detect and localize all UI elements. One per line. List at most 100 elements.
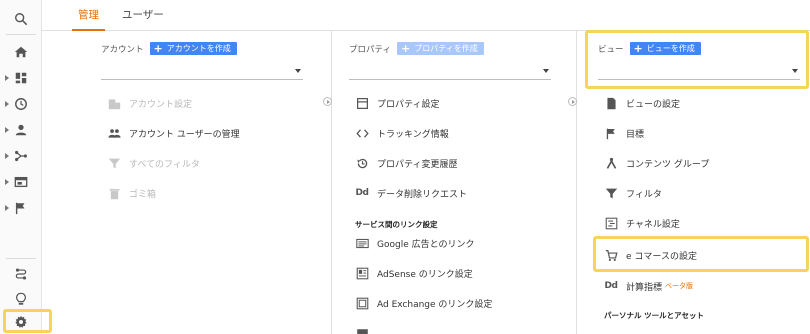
create-view-label: ビューを作成 bbox=[646, 44, 695, 53]
menu-item-label: フィルタ bbox=[626, 189, 662, 200]
flag-icon bbox=[604, 126, 618, 140]
create-account-button[interactable]: + アカウントを作成 bbox=[149, 42, 237, 55]
google-ads-link-item[interactable]: Google 広告とのリンク bbox=[355, 233, 475, 253]
search-icon[interactable] bbox=[0, 7, 42, 31]
account-label: アカウント bbox=[101, 44, 144, 55]
settings-box-icon bbox=[355, 96, 369, 110]
plus-icon: + bbox=[153, 42, 163, 55]
tab-users[interactable]: ユーザー bbox=[120, 0, 170, 31]
menu-item-label: 目標 bbox=[626, 129, 645, 140]
property-label: プロパティ bbox=[349, 44, 391, 55]
account-user-management-item[interactable]: アカウント ユーザーの管理 bbox=[107, 123, 240, 143]
plus-icon: + bbox=[633, 42, 643, 55]
cart-icon bbox=[604, 248, 618, 262]
view-label: ビュー bbox=[598, 44, 624, 55]
left-nav-rail bbox=[0, 0, 42, 334]
view-create-highlight bbox=[585, 30, 809, 89]
property-change-history-item[interactable]: プロパティ変更履歴 bbox=[355, 153, 457, 173]
filter-icon bbox=[107, 156, 121, 170]
dashboard-icon[interactable] bbox=[0, 66, 42, 90]
menu-item-label: アカウント ユーザーの管理 bbox=[129, 129, 240, 140]
calculated-metrics-item[interactable]: Dd 計算指標 ベータ版 bbox=[604, 276, 693, 296]
menu-item-label: ゴミ箱 bbox=[129, 189, 157, 200]
menu-item-label: プロパティ変更履歴 bbox=[377, 159, 458, 170]
goals-item[interactable]: 目標 bbox=[604, 123, 644, 143]
ads-icon bbox=[355, 236, 369, 250]
trash-item[interactable]: ゴミ箱 bbox=[107, 183, 156, 203]
content-grouping-item[interactable]: コンテンツ グループ bbox=[604, 153, 709, 173]
product-linking-section-title: サービス間のリンク設定 bbox=[355, 220, 438, 229]
code-icon bbox=[355, 126, 369, 140]
menu-item-label: Ad Exchange のリンク設定 bbox=[377, 299, 493, 310]
column-divider bbox=[576, 31, 577, 334]
all-filters-item[interactable]: すべてのフィルタ bbox=[107, 153, 200, 173]
property-selector[interactable] bbox=[349, 62, 551, 80]
channel-icon bbox=[604, 216, 618, 230]
menu-item-label: コンテンツ グループ bbox=[626, 159, 710, 170]
data-deletion-request-item[interactable]: Dd データ削除リクエスト bbox=[355, 183, 467, 203]
create-property-label: プロパティを作成 bbox=[414, 44, 478, 53]
home-icon[interactable] bbox=[0, 40, 42, 64]
property-header: プロパティ + プロパティを作成 bbox=[349, 42, 484, 55]
view-settings-item[interactable]: ビューの設定 bbox=[604, 93, 680, 113]
menu-item-label: トラッキング情報 bbox=[377, 129, 449, 140]
trash-icon bbox=[107, 186, 121, 200]
personal-tools-section-title: パーソナル ツールとアセット bbox=[604, 311, 704, 320]
menu-item-label: AdSense のリンク設定 bbox=[377, 269, 473, 280]
view-header: ビュー + ビューを作成 bbox=[598, 42, 701, 55]
account-header: アカウント + アカウントを作成 bbox=[101, 42, 237, 55]
dd-icon: Dd bbox=[355, 188, 369, 198]
menu-item-label: 計算指標 bbox=[626, 282, 663, 293]
dropdown-arrow-icon bbox=[543, 69, 549, 73]
tracking-info-item[interactable]: トラッキング情報 bbox=[355, 123, 449, 143]
beta-badge: ベータ版 bbox=[665, 282, 694, 290]
admin-gear-icon[interactable] bbox=[0, 310, 42, 334]
account-selector[interactable] bbox=[101, 62, 303, 80]
ad-exchange-link-item[interactable]: Ad Exchange のリンク設定 bbox=[355, 293, 492, 313]
content-group-icon bbox=[604, 156, 618, 170]
history-icon bbox=[355, 156, 369, 170]
dropdown-arrow-icon bbox=[295, 69, 301, 73]
tab-admin[interactable]: 管理 bbox=[72, 0, 105, 31]
adexchange-icon bbox=[355, 296, 369, 310]
ecommerce-settings-item[interactable]: e コマースの設定 bbox=[604, 245, 697, 265]
dropdown-arrow-icon bbox=[792, 69, 798, 73]
document-icon bbox=[604, 96, 618, 110]
create-account-label: アカウントを作成 bbox=[166, 44, 231, 53]
view-filters-item[interactable]: フィルタ bbox=[604, 183, 662, 203]
behavior-icon[interactable] bbox=[0, 170, 42, 194]
flag-icon[interactable] bbox=[0, 196, 42, 220]
menu-item-label: チャネル設定 bbox=[626, 219, 680, 230]
column-connector-icon bbox=[568, 97, 577, 106]
lightbulb-icon[interactable] bbox=[0, 287, 42, 311]
menu-item-label: プロパティ設定 bbox=[377, 99, 440, 110]
menu-item-label: データ削除リクエスト bbox=[377, 189, 468, 200]
admin-tabs: 管理 ユーザー bbox=[42, 0, 810, 31]
dd-icon: Dd bbox=[604, 281, 618, 291]
partial-link-item[interactable] bbox=[355, 322, 377, 334]
channel-settings-item[interactable]: チャネル設定 bbox=[604, 213, 680, 233]
acquisition-icon[interactable] bbox=[0, 144, 42, 168]
plus-icon: + bbox=[401, 42, 411, 55]
create-property-button[interactable]: + プロパティを作成 bbox=[397, 42, 484, 55]
filter-icon bbox=[604, 186, 618, 200]
people-icon bbox=[107, 126, 121, 140]
menu-item-label: ビューの設定 bbox=[626, 99, 681, 110]
person-icon[interactable] bbox=[0, 118, 42, 142]
adsense-icon bbox=[355, 266, 369, 280]
property-settings-item[interactable]: プロパティ設定 bbox=[355, 93, 439, 113]
adsense-link-item[interactable]: AdSense のリンク設定 bbox=[355, 263, 473, 283]
menu-item-label: アカウント設定 bbox=[129, 99, 193, 110]
menu-item-label: Google 広告とのリンク bbox=[377, 239, 475, 250]
building-icon bbox=[107, 96, 121, 110]
view-selector[interactable] bbox=[598, 62, 800, 80]
account-settings-item[interactable]: アカウント設定 bbox=[107, 93, 192, 113]
menu-item-label: すべてのフィルタ bbox=[129, 159, 200, 170]
column-connector-icon bbox=[323, 97, 332, 106]
column-divider bbox=[331, 31, 332, 334]
menu-item-label: e コマースの設定 bbox=[626, 251, 697, 262]
partial-item-icon bbox=[355, 325, 369, 334]
attribution-icon[interactable] bbox=[0, 262, 42, 286]
clock-icon[interactable] bbox=[0, 92, 42, 116]
create-view-button[interactable]: + ビューを作成 bbox=[629, 42, 701, 55]
